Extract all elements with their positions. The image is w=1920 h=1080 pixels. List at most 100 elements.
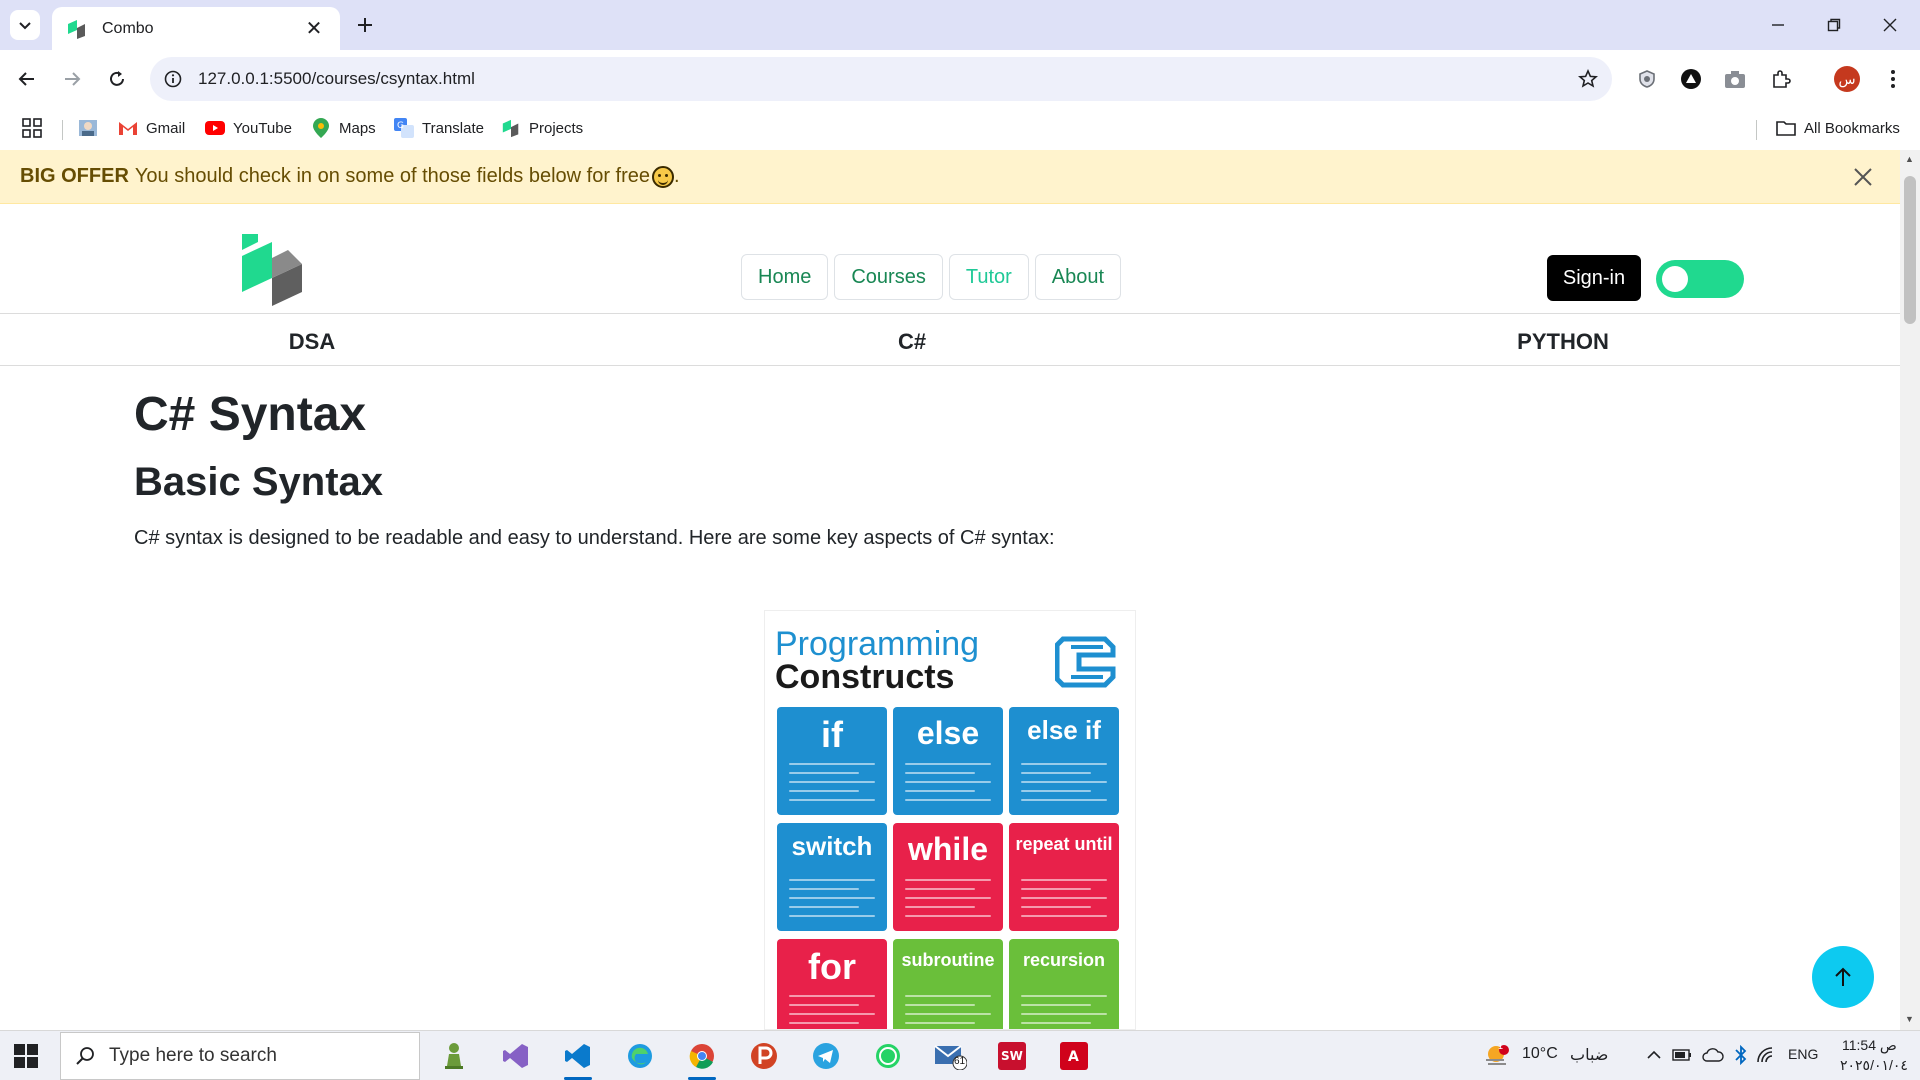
taskbar-search[interactable]: Type here to search	[60, 1032, 420, 1080]
weather-desc[interactable]: ضباب	[1570, 1045, 1608, 1065]
forward-button[interactable]	[57, 64, 87, 94]
whatsapp-icon[interactable]	[870, 1039, 906, 1073]
nav-home-link[interactable]: Home	[741, 254, 829, 300]
tile-text-line	[905, 763, 991, 765]
intro-paragraph: C# syntax is designed to be readable and…	[134, 527, 1055, 549]
vscode-icon[interactable]	[560, 1039, 596, 1080]
bookmark-projects[interactable]: Projects	[501, 118, 583, 138]
bookmarks-divider	[62, 120, 63, 140]
nav-about-link[interactable]: About	[1034, 254, 1122, 300]
browser-tab[interactable]: Combo ✕	[52, 7, 340, 50]
close-icon	[1883, 18, 1897, 32]
browser-menu-button[interactable]	[1878, 64, 1908, 94]
reload-button[interactable]	[102, 64, 132, 94]
extensions-puzzle-icon[interactable]	[1766, 64, 1796, 94]
page-title: C# Syntax	[134, 388, 367, 441]
nav-courses-link[interactable]: Courses	[834, 254, 943, 300]
chrome-icon[interactable]	[684, 1039, 720, 1080]
clock-date[interactable]: ٢٠٢٥/٠١/٠٤	[1840, 1057, 1908, 1074]
nav-tutor-link[interactable]: Tutor	[948, 254, 1029, 300]
tab-search-button[interactable]	[10, 10, 40, 40]
nav-links: Home Courses Tutor About	[741, 254, 1122, 300]
visual-studio-icon[interactable]	[498, 1039, 534, 1073]
edge-icon[interactable]	[622, 1039, 658, 1073]
podcast-app-icon[interactable]	[746, 1039, 782, 1073]
camera-extension-icon[interactable]	[1720, 64, 1750, 94]
poster-tile-label: for	[808, 946, 856, 987]
theme-toggle[interactable]	[1656, 260, 1744, 298]
bookmark-gmail[interactable]: Gmail	[118, 118, 185, 138]
back-button[interactable]	[12, 64, 42, 94]
bookmark-translate[interactable]: G Translate	[394, 118, 484, 138]
bookmark-label: Projects	[529, 119, 584, 137]
gmail-icon	[119, 122, 137, 135]
page-scrollbar[interactable]: ▲ ▼	[1900, 150, 1920, 1030]
tile-text-line	[1021, 888, 1091, 890]
restore-button[interactable]	[1812, 10, 1856, 40]
poster-tile: switch	[777, 823, 887, 931]
tile-text-line	[905, 888, 975, 890]
extension-a-icon[interactable]	[1676, 64, 1706, 94]
wifi-icon[interactable]	[1756, 1046, 1776, 1064]
cs-logo-icon	[1055, 636, 1116, 688]
minimize-button[interactable]	[1756, 10, 1800, 40]
windows-start-icon[interactable]	[14, 1044, 38, 1068]
shield-extension-icon[interactable]	[1632, 64, 1662, 94]
alert-text: You should check in on some of those fie…	[134, 165, 651, 187]
address-bar[interactable]: 127.0.0.1:5500/courses/csyntax.html	[150, 57, 1612, 101]
subnav-csharp[interactable]: C#	[898, 329, 926, 355]
tile-text-line	[1021, 879, 1107, 881]
battery-icon[interactable]	[1672, 1047, 1692, 1063]
subnav-dsa[interactable]: DSA	[289, 329, 335, 355]
bookmark-youtube[interactable]: YouTube	[205, 118, 292, 138]
tab-title: Combo	[102, 19, 154, 37]
close-window-button[interactable]	[1868, 10, 1912, 40]
poster-tile: else	[893, 707, 1003, 815]
bookmark-star-icon[interactable]	[1578, 69, 1598, 89]
poster-tile-label: if	[821, 714, 843, 755]
solidworks-icon[interactable]: SW	[994, 1039, 1030, 1073]
telegram-icon[interactable]	[808, 1039, 844, 1073]
tile-text-line	[789, 879, 875, 881]
apps-button[interactable]	[22, 118, 42, 138]
poster-tile: repeat until	[1009, 823, 1119, 931]
autocad-icon[interactable]: A	[1056, 1039, 1092, 1073]
toggle-knob	[1662, 266, 1688, 292]
input-language[interactable]: ENG	[1788, 1046, 1818, 1062]
scroll-to-top-button[interactable]	[1812, 946, 1874, 1008]
profile-avatar[interactable]: س	[1832, 64, 1862, 94]
tile-text-line	[789, 995, 875, 997]
onedrive-cloud-icon[interactable]	[1702, 1047, 1724, 1063]
new-tab-button[interactable]	[352, 12, 378, 38]
chess-app-icon[interactable]	[436, 1039, 472, 1073]
maps-pin-icon	[313, 118, 329, 138]
subnav-python[interactable]: PYTHON	[1517, 329, 1609, 355]
scroll-down-arrow-icon[interactable]: ▼	[1905, 1014, 1914, 1024]
site-info-icon[interactable]	[164, 70, 182, 88]
arrow-right-icon	[65, 72, 81, 86]
bookmark-label: Translate	[422, 119, 484, 137]
weather-badge: 1	[1498, 1041, 1504, 1051]
tab-close-icon[interactable]: ✕	[302, 16, 326, 41]
scroll-up-arrow-icon[interactable]: ▲	[1905, 154, 1914, 164]
clock-time[interactable]: 11:54 ص	[1842, 1037, 1897, 1054]
signin-button[interactable]: Sign-in	[1547, 255, 1641, 301]
url-text[interactable]: 127.0.0.1:5500/courses/csyntax.html	[198, 69, 1578, 89]
all-bookmarks-button[interactable]: All Bookmarks	[1776, 118, 1900, 138]
chevron-up-icon[interactable]	[1646, 1047, 1662, 1063]
scroll-thumb[interactable]	[1904, 176, 1916, 324]
tile-text-line	[789, 906, 859, 908]
weather-fog-icon[interactable]	[1484, 1044, 1510, 1068]
bookmark-photo[interactable]	[78, 118, 98, 138]
alert-close-button[interactable]	[1846, 160, 1880, 194]
bookmark-label: Gmail	[146, 119, 186, 137]
mail-icon[interactable]: 61	[932, 1039, 968, 1073]
site-logo-icon[interactable]	[240, 234, 306, 306]
weather-temp[interactable]: 10°C	[1522, 1045, 1558, 1063]
svg-text:G: G	[397, 121, 404, 131]
bluetooth-icon[interactable]	[1734, 1045, 1748, 1065]
bookmark-label: Maps	[339, 119, 376, 137]
poster-title-line2: Constructs	[775, 658, 955, 696]
bookmark-maps[interactable]: Maps	[311, 118, 376, 138]
site-logo-icon	[502, 119, 519, 138]
